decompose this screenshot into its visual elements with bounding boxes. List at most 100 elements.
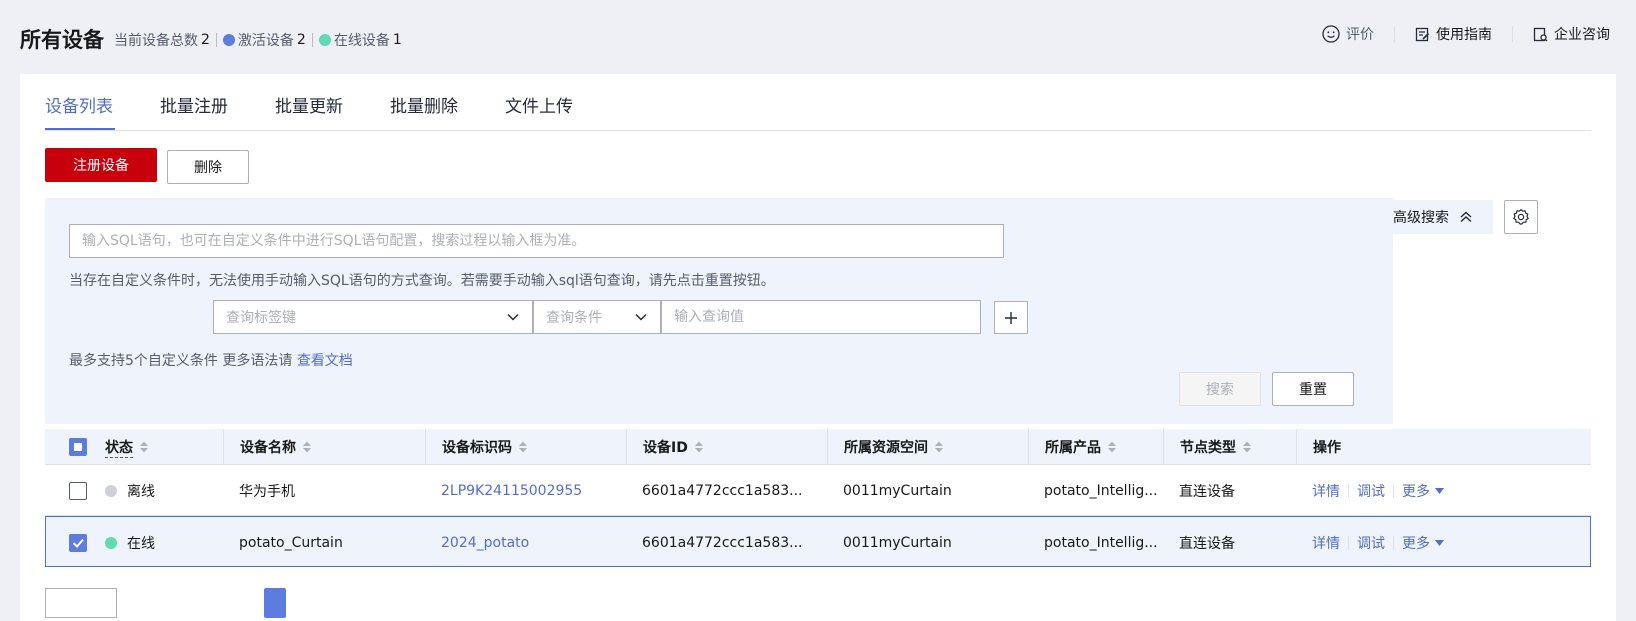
chevron-down-icon bbox=[635, 313, 647, 321]
column-node-id[interactable]: 设备标识码 bbox=[425, 429, 528, 465]
active-devices-count: 2 bbox=[296, 32, 306, 48]
main-panel: 设备列表 批量注册 批量更新 批量删除 文件上传 注册设备 删除 当存在自定义条… bbox=[20, 74, 1616, 621]
add-condition-button[interactable] bbox=[994, 301, 1028, 334]
column-device-id[interactable]: 设备ID bbox=[626, 429, 704, 465]
node-id-link[interactable]: 2LP9K24115002955 bbox=[425, 465, 582, 516]
online-devices-label: 在线设备 bbox=[333, 33, 390, 49]
summary-divider bbox=[215, 33, 217, 47]
online-dot-icon bbox=[318, 34, 331, 46]
table-row[interactable]: 离线 华为手机 2LP9K24115002955 6601a4772ccc1a5… bbox=[45, 465, 1591, 516]
node-id-link[interactable]: 2024_potato bbox=[425, 517, 529, 568]
advanced-search-label: 高级搜索 bbox=[1393, 210, 1449, 226]
table-row[interactable]: 在线 potato_Curtain 2024_potato 6601a4772c… bbox=[45, 516, 1591, 567]
advanced-search-toggle[interactable]: 高级搜索 bbox=[1373, 200, 1493, 234]
header-links: 评价 使用指南 企业咨询 bbox=[1322, 24, 1610, 44]
active-dot-icon bbox=[222, 34, 235, 46]
status-text: 离线 bbox=[127, 483, 155, 500]
column-node-id-label: 设备标识码 bbox=[442, 440, 512, 456]
chevron-down-icon bbox=[507, 313, 519, 321]
sort-icon bbox=[303, 441, 311, 453]
more-dropdown[interactable]: 更多 bbox=[1402, 481, 1444, 501]
guide-link-label: 使用指南 bbox=[1436, 27, 1492, 43]
tab-batch-update[interactable]: 批量更新 bbox=[275, 92, 343, 117]
header-divider bbox=[1394, 26, 1395, 42]
row-actions: 详情 调试 更多 bbox=[1312, 533, 1444, 553]
sort-icon bbox=[1108, 441, 1116, 453]
sort-icon bbox=[1243, 441, 1251, 453]
column-product-label: 所属产品 bbox=[1045, 440, 1101, 456]
reset-button[interactable]: 重置 bbox=[1272, 372, 1354, 406]
register-device-button[interactable]: 注册设备 bbox=[45, 148, 157, 182]
row-checkbox[interactable] bbox=[69, 481, 87, 500]
column-resource-space[interactable]: 所属资源空间 bbox=[827, 429, 944, 465]
column-device-name-label: 设备名称 bbox=[240, 440, 296, 456]
column-node-type[interactable]: 节点类型 bbox=[1163, 429, 1252, 465]
caret-down-icon bbox=[1435, 487, 1444, 494]
resource-space-cell: 0011myCurtain bbox=[843, 534, 952, 551]
consult-link[interactable]: 企业咨询 bbox=[1533, 24, 1610, 44]
node-type-cell: 直连设备 bbox=[1179, 535, 1235, 552]
column-actions: 操作 bbox=[1296, 429, 1341, 465]
device-name-cell: 华为手机 bbox=[239, 483, 295, 500]
total-devices-label: 当前设备总数 bbox=[114, 33, 198, 49]
debug-link[interactable]: 调试 bbox=[1357, 533, 1385, 553]
row-checkbox-cell bbox=[53, 517, 87, 568]
max-conditions-text: 最多支持5个自定义条件 更多语法请 bbox=[69, 353, 293, 369]
condition-select[interactable]: 查询条件 bbox=[533, 300, 661, 334]
tab-batch-register[interactable]: 批量注册 bbox=[160, 92, 228, 117]
active-tab-indicator bbox=[45, 128, 115, 130]
online-devices-count: 1 bbox=[392, 32, 402, 48]
column-status[interactable]: 状态 bbox=[89, 429, 149, 465]
select-all-checkbox[interactable] bbox=[69, 438, 87, 456]
device-summary: 当前设备总数 2 激活设备 2 在线设备 1 bbox=[114, 30, 402, 50]
search-panel: 当存在自定义条件时，无法使用手动输入SQL语句的方式查询。若需要手动输入sql语… bbox=[45, 198, 1393, 424]
column-resource-space-label: 所属资源空间 bbox=[844, 440, 928, 456]
more-label: 更多 bbox=[1402, 483, 1430, 500]
tab-file-upload[interactable]: 文件上传 bbox=[505, 92, 573, 117]
column-actions-label: 操作 bbox=[1313, 440, 1341, 456]
summary-divider bbox=[311, 33, 313, 47]
sql-search-input[interactable] bbox=[69, 224, 1004, 258]
consult-doc-icon bbox=[1533, 27, 1548, 41]
debug-link[interactable]: 调试 bbox=[1357, 481, 1385, 501]
device-id-cell: 6601a4772ccc1a583... bbox=[642, 482, 803, 499]
page-title: 所有设备 bbox=[20, 28, 104, 52]
condition-placeholder: 查询条件 bbox=[546, 310, 602, 326]
column-product[interactable]: 所属产品 bbox=[1028, 429, 1117, 465]
pagination-current-page[interactable] bbox=[264, 588, 286, 618]
active-devices-label: 激活设备 bbox=[237, 33, 294, 49]
tag-key-select[interactable]: 查询标签键 bbox=[213, 300, 533, 334]
view-docs-link[interactable]: 查看文档 bbox=[297, 353, 353, 369]
status-text: 在线 bbox=[127, 535, 155, 552]
detail-link[interactable]: 详情 bbox=[1312, 481, 1340, 501]
sort-icon bbox=[694, 441, 703, 453]
page-size-select[interactable] bbox=[45, 588, 117, 618]
status-cell: 在线 bbox=[89, 517, 155, 568]
tab-batch-delete[interactable]: 批量删除 bbox=[390, 92, 458, 117]
detail-link[interactable]: 详情 bbox=[1312, 533, 1340, 553]
feedback-link-label: 评价 bbox=[1346, 27, 1374, 43]
tab-device-list[interactable]: 设备列表 bbox=[45, 92, 113, 117]
more-dropdown[interactable]: 更多 bbox=[1402, 533, 1444, 553]
device-id-cell: 6601a4772ccc1a583... bbox=[642, 534, 803, 551]
column-device-name[interactable]: 设备名称 bbox=[223, 429, 312, 465]
table-header: 状态 设备名称 设备标识码 设备ID 所属资源空间 所属产品 节点类型 操作 bbox=[45, 429, 1591, 465]
sql-hint-text: 当存在自定义条件时，无法使用手动输入SQL语句的方式查询。若需要手动输入sql语… bbox=[69, 273, 775, 289]
row-checkbox[interactable] bbox=[69, 533, 87, 552]
column-status-label: 状态 bbox=[105, 437, 133, 458]
action-divider bbox=[1348, 483, 1349, 498]
offline-status-icon bbox=[105, 484, 117, 497]
settings-button[interactable] bbox=[1504, 200, 1538, 234]
guide-link[interactable]: 使用指南 bbox=[1415, 24, 1492, 44]
row-checkbox-cell bbox=[53, 465, 87, 516]
query-value-input[interactable] bbox=[661, 300, 981, 334]
page-header: 所有设备 当前设备总数 2 激活设备 2 在线设备 1 评价 使用指南 企业咨询 bbox=[0, 0, 1636, 72]
feedback-link[interactable]: 评价 bbox=[1322, 24, 1374, 44]
checkmark-icon bbox=[72, 538, 84, 548]
delete-button[interactable]: 删除 bbox=[167, 150, 249, 184]
search-button[interactable]: 搜索 bbox=[1179, 372, 1261, 406]
column-device-id-label: 设备ID bbox=[643, 440, 688, 456]
action-divider bbox=[1393, 483, 1394, 498]
product-cell: potato_Intellig... bbox=[1044, 482, 1158, 499]
max-conditions-note: 最多支持5个自定义条件 更多语法请 查看文档 bbox=[69, 350, 353, 370]
